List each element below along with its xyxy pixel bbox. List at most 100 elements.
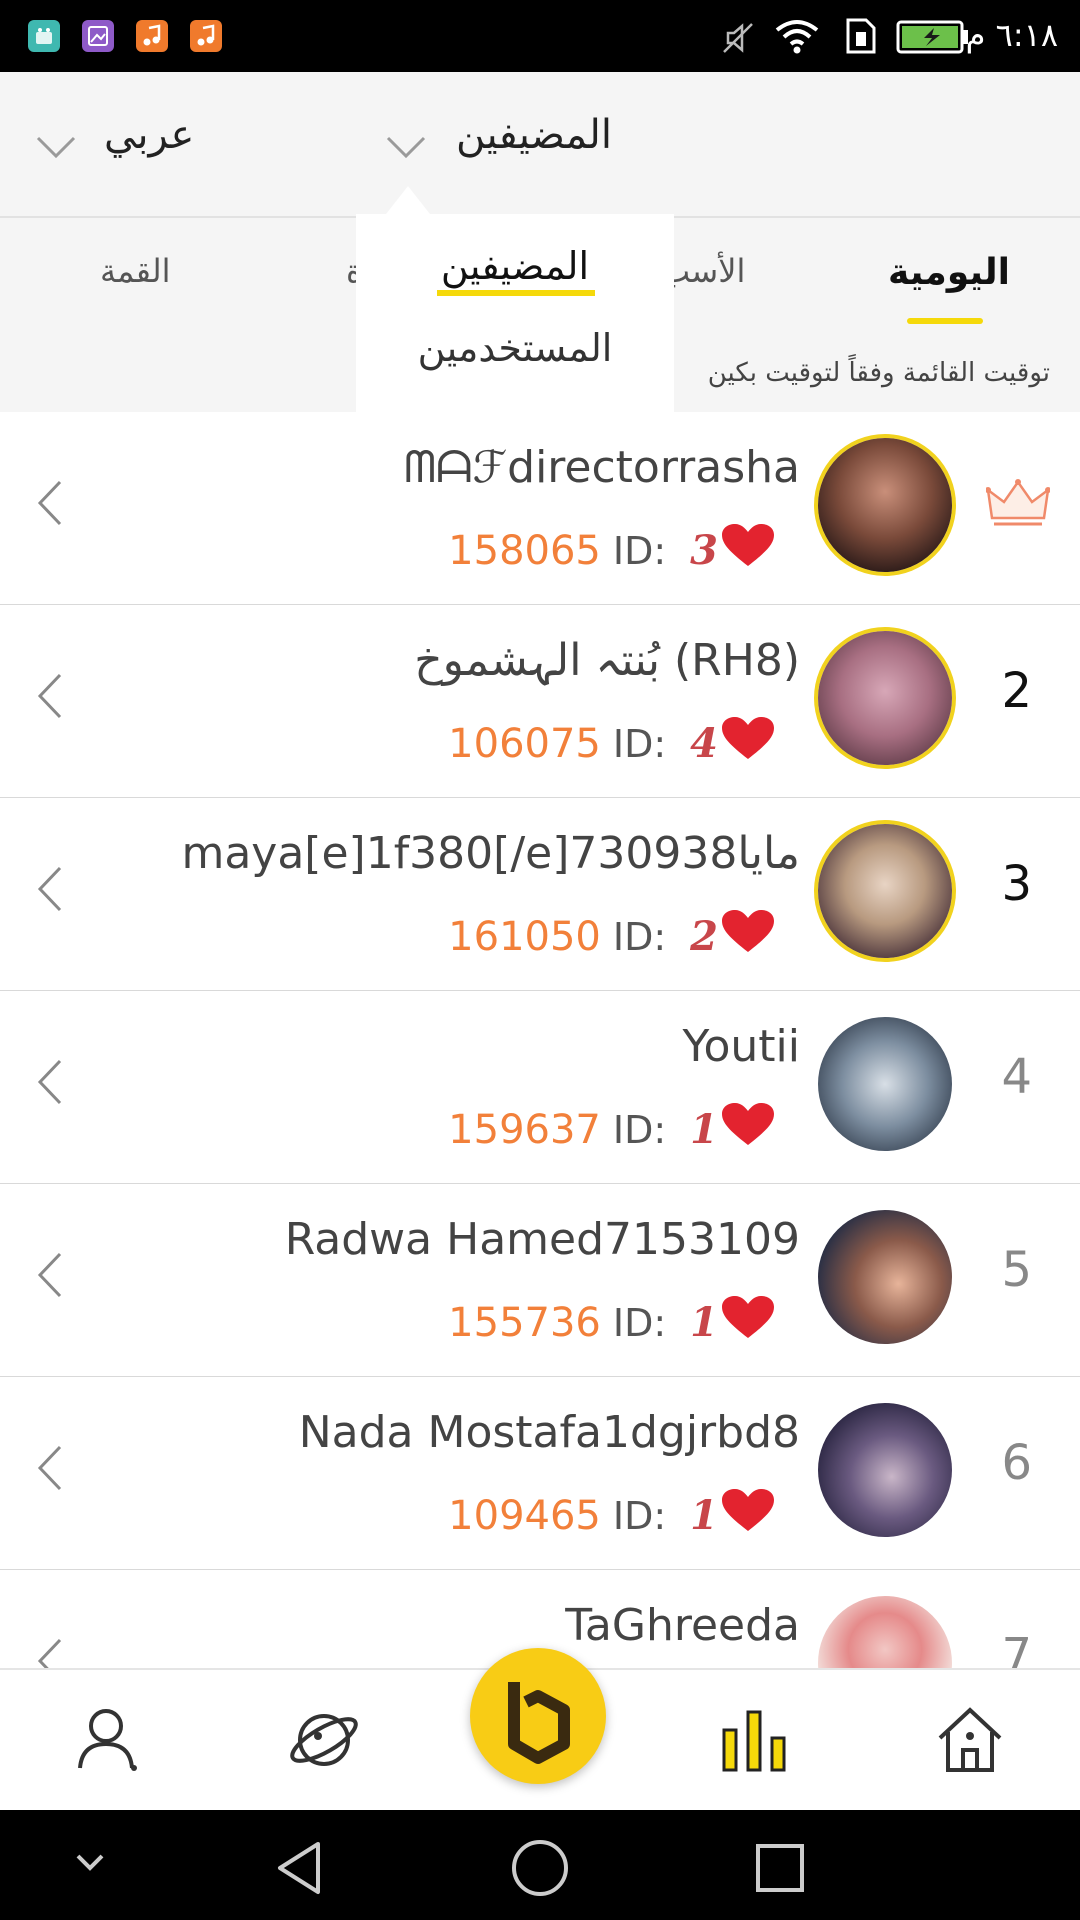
list-item[interactable]: 6 Nada Mostafa1dgjrbd8 109465 ID: 1 [0, 1377, 1080, 1571]
id-line: 106075 ID: 4 [448, 715, 776, 767]
level-number: 4 [690, 720, 718, 767]
android-icon [28, 20, 60, 52]
popup-option-hosts[interactable]: المضيفين [356, 244, 674, 288]
ranking-type-dropdown[interactable]: المضيفين [380, 112, 640, 172]
chevron-down-icon [386, 136, 426, 159]
status-bar: ٦:١٨ م [0, 0, 1080, 72]
wifi-icon [775, 20, 819, 54]
hide-keyboard-icon[interactable] [70, 1848, 110, 1878]
popup-arrow [386, 186, 430, 214]
heart-icon [722, 524, 774, 566]
user-id: 106075 [448, 721, 601, 767]
user-name: Nada Mostafa1dgjrbd8 [298, 1407, 800, 1458]
level-number: 1 [690, 1106, 718, 1153]
music-icon [190, 20, 222, 52]
gallery-icon [82, 20, 114, 52]
user-name: ᗰᗩℱdirectorrasha [404, 442, 800, 493]
sim-icon [846, 18, 876, 54]
user-id: 159637 [448, 1107, 601, 1153]
level-number: 1 [690, 1299, 718, 1346]
crown-icon [986, 479, 1050, 526]
b-logo-icon [508, 1682, 570, 1764]
recents-icon[interactable] [752, 1840, 808, 1896]
popup-option-users[interactable]: المستخدمين [356, 326, 674, 370]
back-icon[interactable] [270, 1838, 330, 1898]
level-number: 2 [690, 913, 718, 960]
home-circle-icon[interactable] [508, 1836, 572, 1900]
tab-daily[interactable]: اليومية [888, 252, 1010, 293]
music-icon [136, 20, 168, 52]
popup-selected-indicator [437, 290, 595, 296]
explore-planet-icon[interactable] [284, 1700, 364, 1780]
avatar [818, 1210, 952, 1344]
chevron-left-icon [37, 480, 62, 526]
avatar [818, 1596, 952, 1668]
user-name: TaGhreeda [565, 1600, 800, 1651]
mute-icon [723, 23, 753, 53]
beijing-time-note: توقيت القائمة وفقاً لتوقيت بكين [707, 358, 1050, 388]
id-label: ID: [612, 529, 667, 573]
tab-top[interactable]: القمة [100, 252, 170, 290]
rank-number: 7 [1001, 1628, 1032, 1668]
heart-icon [722, 1489, 774, 1531]
user-name: maya[e]1f380[/e]مايا730938 [181, 828, 800, 879]
user-name: Youtii [682, 1021, 800, 1072]
profile-icon[interactable] [68, 1700, 148, 1780]
id-label: ID: [612, 1301, 667, 1345]
list-item[interactable]: 5 Radwa Hamed7153109 155736 ID: 1 [0, 1184, 1080, 1378]
avatar [818, 824, 952, 958]
id-line: 161050 ID: 2 [448, 908, 776, 960]
ranking-type-popup: المضيفين المستخدمين [356, 214, 674, 414]
user-id: 158065 [448, 528, 601, 574]
user-id: 155736 [448, 1300, 601, 1346]
chevron-left-icon [37, 1059, 62, 1105]
heart-icon [722, 1103, 774, 1145]
level-number: 1 [690, 1492, 718, 1539]
avatar [818, 631, 952, 765]
avatar [818, 438, 952, 572]
id-line: 158065 ID: 3 [448, 522, 776, 574]
id-label: ID: [612, 722, 667, 766]
id-label: ID: [612, 1494, 667, 1538]
list-item[interactable]: 4 Youtii 159637 ID: 1 [0, 991, 1080, 1185]
user-name: بُنتہ الہشموخ (RH8) [414, 635, 800, 686]
list-item[interactable]: 3 maya[e]1f380[/e]مايا730938 161050 ID: 2 [0, 798, 1080, 992]
ranking-list: ᗰᗩℱdirectorrasha 158065 ID: 3 2 بُنتہ الہش… [0, 412, 1080, 1668]
rank-number: 4 [1001, 1049, 1032, 1105]
avatar [818, 1017, 952, 1151]
user-name: Radwa Hamed7153109 [284, 1214, 800, 1265]
list-item[interactable]: ᗰᗩℱdirectorrasha 158065 ID: 3 [0, 412, 1080, 606]
id-line: 159637 ID: 1 [448, 1101, 776, 1153]
rank-number: 5 [1001, 1242, 1032, 1298]
avatar [818, 1403, 952, 1537]
live-b-logo-button[interactable] [470, 1648, 606, 1784]
heart-icon [722, 1296, 774, 1338]
clock: ٦:١٨ م [965, 16, 1058, 54]
battery-icon [896, 20, 968, 54]
rank-number: 2 [1001, 663, 1032, 719]
list-item[interactable]: 2 بُنتہ الہشموخ (RH8) 106075 ID: 4 [0, 605, 1080, 799]
language-label: عربي [104, 112, 195, 158]
user-id: 109465 [448, 1493, 601, 1539]
chevron-left-icon [37, 1252, 62, 1298]
user-id: 161050 [448, 914, 601, 960]
language-dropdown[interactable]: عربي [32, 112, 212, 172]
header-bar: المضيفين عربي [0, 72, 1080, 218]
chevron-left-icon [37, 866, 62, 912]
rank-number: 6 [1001, 1435, 1032, 1491]
id-label: ID: [612, 915, 667, 959]
active-tab-indicator [907, 318, 983, 324]
id-label: ID: [612, 1108, 667, 1152]
home-icon[interactable] [930, 1700, 1010, 1780]
heart-icon [722, 910, 774, 952]
ranking-bars-icon[interactable] [714, 1700, 794, 1780]
ranking-type-label: المضيفين [456, 112, 612, 158]
chevron-left-icon [37, 673, 62, 719]
chevron-left-icon [37, 1638, 62, 1668]
chevron-left-icon [37, 1445, 62, 1491]
rank-number: 3 [1001, 856, 1032, 912]
level-number: 3 [690, 527, 718, 574]
heart-icon [722, 717, 774, 759]
id-line: 155736 ID: 1 [448, 1294, 776, 1346]
id-line: 109465 ID: 1 [448, 1487, 776, 1539]
